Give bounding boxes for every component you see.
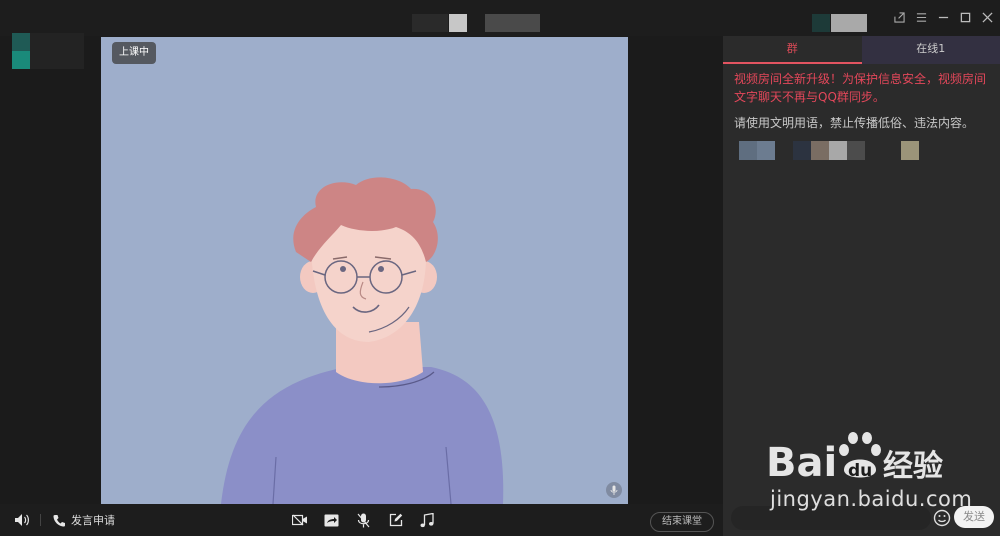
window-controls <box>892 10 994 24</box>
speak-request-label: 发言申请 <box>71 514 115 527</box>
share-window-icon[interactable] <box>892 10 906 24</box>
class-status-badge: 上课中 <box>112 42 156 64</box>
censored-block <box>812 14 830 32</box>
volume-icon <box>15 514 29 526</box>
left-panel <box>0 33 101 504</box>
censored-content <box>739 141 919 160</box>
svg-text:Bai: Bai <box>766 440 837 486</box>
spacer <box>628 36 723 504</box>
mic-toggle-button[interactable] <box>357 504 370 536</box>
censored-block <box>412 14 448 32</box>
edit-icon <box>389 513 403 527</box>
censored-block <box>449 14 467 32</box>
censored-block <box>30 33 84 69</box>
speak-request-button[interactable]: 发言申请 <box>53 504 115 536</box>
video-view[interactable]: 上课中 <box>101 37 628 504</box>
censored-block <box>12 33 30 51</box>
camera-off-icon <box>292 514 307 526</box>
music-icon <box>420 512 434 527</box>
screen-share-icon <box>324 514 339 526</box>
mic-off-icon <box>357 513 370 527</box>
censored-block <box>485 14 540 32</box>
bottom-toolbar: 发言申请 结束课堂 <box>0 504 723 536</box>
minimize-icon[interactable] <box>936 10 950 24</box>
tab-online[interactable]: 在线1 <box>861 36 1000 64</box>
svg-text:经验: 经验 <box>883 449 943 484</box>
volume-button[interactable] <box>14 504 30 536</box>
maximize-icon[interactable] <box>958 10 972 24</box>
watermark-url: jingyan.baidu.com <box>770 487 973 511</box>
whiteboard-button[interactable] <box>389 504 403 536</box>
phone-icon <box>53 514 65 526</box>
end-class-button[interactable]: 结束课堂 <box>650 512 714 532</box>
title-bar <box>0 0 1000 36</box>
cartoon-avatar <box>221 177 504 504</box>
conduct-notice: 请使用文明用语，禁止传播低俗、违法内容。 <box>734 116 975 130</box>
svg-text:du: du <box>848 461 872 481</box>
music-button[interactable] <box>420 504 434 536</box>
mic-indicator-icon <box>606 482 622 498</box>
tab-group[interactable]: 群 <box>723 36 862 64</box>
screen-share-button[interactable] <box>324 504 339 536</box>
censored-block <box>12 51 30 69</box>
chat-tabs: 群 在线1 <box>723 36 1000 64</box>
censored-block <box>831 14 867 32</box>
system-notice: 视频房间全新升级！为保护信息安全，视频房间文字聊天不再与QQ群同步。 <box>734 72 987 104</box>
menu-icon[interactable] <box>914 10 928 24</box>
camera-toggle-button[interactable] <box>292 504 308 536</box>
close-icon[interactable] <box>980 10 994 24</box>
